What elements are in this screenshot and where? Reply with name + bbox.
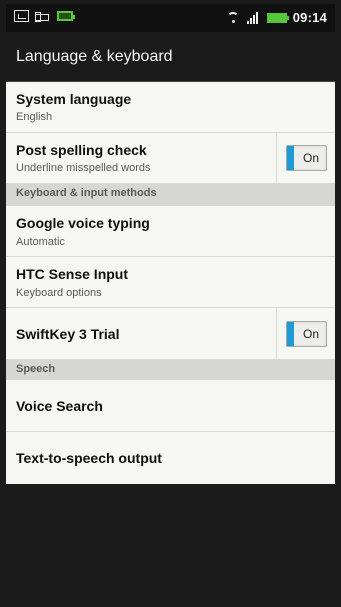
post-spelling-check-item[interactable]: Post spelling check Underline misspelled… xyxy=(6,133,335,184)
post-spelling-check-toggle-area[interactable]: On xyxy=(276,133,335,183)
system-language-title: System language xyxy=(16,91,132,107)
post-spelling-check-title: Post spelling check xyxy=(16,142,147,158)
swiftkey-trial-item[interactable]: SwiftKey 3 Trial On xyxy=(6,308,335,360)
signal-icon xyxy=(246,11,261,24)
post-spelling-check-toggle[interactable]: On xyxy=(286,145,327,171)
voice-search-title: Voice Search xyxy=(16,398,103,414)
htc-sense-input-title: HTC Sense Input xyxy=(16,266,129,282)
page-header: Language & keyboard xyxy=(6,32,335,82)
usb-icon xyxy=(35,10,51,22)
toggle-active-indicator xyxy=(287,146,294,170)
text-to-speech-output-title: Text-to-speech output xyxy=(16,450,162,466)
status-time: 09:14 xyxy=(292,10,327,25)
google-voice-typing-subtitle: Automatic xyxy=(16,236,65,248)
page-title: Language & keyboard xyxy=(16,48,173,65)
voice-search-item[interactable]: Voice Search xyxy=(6,380,335,432)
post-spelling-check-subtitle: Underline misspelled words xyxy=(16,162,151,174)
toggle-active-indicator xyxy=(287,321,294,346)
toggle-label: On xyxy=(303,326,320,341)
status-left-icons xyxy=(14,10,75,22)
google-voice-typing-item[interactable]: Google voice typing Automatic xyxy=(6,206,335,257)
htc-sense-input-subtitle: Keyboard options xyxy=(16,287,102,299)
settings-screen: 09:14 Language & keyboard System languag… xyxy=(0,0,341,607)
settings-list: System language English Post spelling ch… xyxy=(6,82,335,484)
status-bar: 09:14 xyxy=(6,4,335,32)
text-to-speech-output-item[interactable]: Text-to-speech output xyxy=(6,432,335,484)
swiftkey-toggle[interactable]: On xyxy=(286,320,327,347)
toggle-label: On xyxy=(303,151,320,165)
status-right-icons: 09:14 xyxy=(226,10,327,25)
swiftkey-trial-title: SwiftKey 3 Trial xyxy=(16,326,120,342)
system-language-item[interactable]: System language English xyxy=(6,82,335,133)
screenshot-icon xyxy=(14,10,29,22)
speech-section: Speech xyxy=(6,360,335,380)
wifi-icon xyxy=(226,12,241,24)
google-voice-typing-title: Google voice typing xyxy=(16,215,150,231)
battery-icon xyxy=(266,12,289,23)
keyboard-input-methods-section: Keyboard & input methods xyxy=(6,184,335,206)
htc-sense-input-item[interactable]: HTC Sense Input Keyboard options xyxy=(6,257,335,308)
battery-icon xyxy=(57,11,75,21)
swiftkey-toggle-area[interactable]: On xyxy=(276,308,335,359)
system-language-subtitle: English xyxy=(16,111,53,123)
